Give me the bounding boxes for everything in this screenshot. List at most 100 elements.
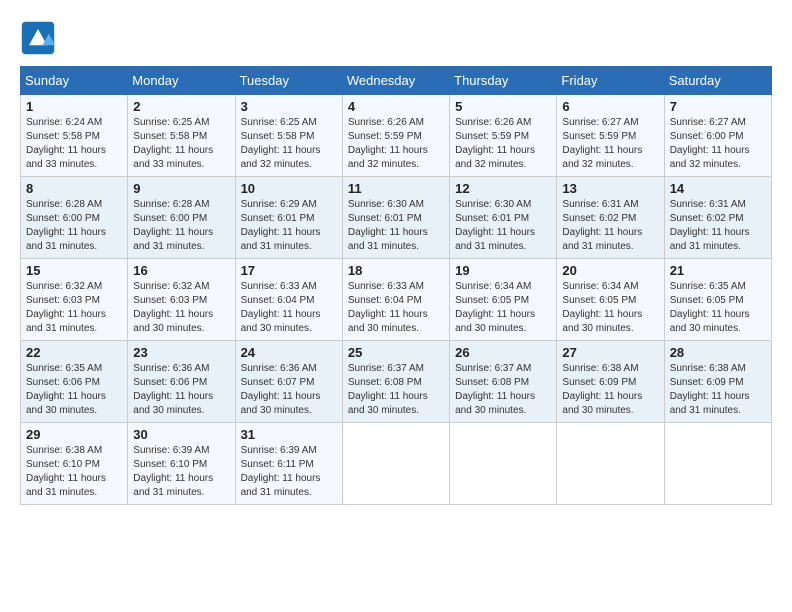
- day-number: 13: [562, 181, 658, 196]
- day-info: Sunrise: 6:33 AMSunset: 6:04 PMDaylight:…: [348, 280, 444, 336]
- day-cell: 20 Sunrise: 6:34 AMSunset: 6:05 PMDaylig…: [557, 259, 664, 341]
- day-cell: 30 Sunrise: 6:39 AMSunset: 6:10 PMDaylig…: [128, 423, 235, 505]
- day-cell: 14 Sunrise: 6:31 AMSunset: 6:02 PMDaylig…: [664, 177, 771, 259]
- day-info: Sunrise: 6:30 AMSunset: 6:01 PMDaylight:…: [348, 198, 444, 254]
- day-number: 28: [670, 345, 766, 360]
- day-cell: 6 Sunrise: 6:27 AMSunset: 5:59 PMDayligh…: [557, 95, 664, 177]
- day-cell: 8 Sunrise: 6:28 AMSunset: 6:00 PMDayligh…: [21, 177, 128, 259]
- day-number: 30: [133, 427, 229, 442]
- day-number: 19: [455, 263, 551, 278]
- day-cell: [557, 423, 664, 505]
- day-cell: [342, 423, 449, 505]
- day-info: Sunrise: 6:25 AMSunset: 5:58 PMDaylight:…: [133, 116, 229, 172]
- day-number: 25: [348, 345, 444, 360]
- day-cell: 4 Sunrise: 6:26 AMSunset: 5:59 PMDayligh…: [342, 95, 449, 177]
- day-cell: 12 Sunrise: 6:30 AMSunset: 6:01 PMDaylig…: [450, 177, 557, 259]
- day-cell: 19 Sunrise: 6:34 AMSunset: 6:05 PMDaylig…: [450, 259, 557, 341]
- day-number: 12: [455, 181, 551, 196]
- day-info: Sunrise: 6:36 AMSunset: 6:06 PMDaylight:…: [133, 362, 229, 418]
- day-cell: 5 Sunrise: 6:26 AMSunset: 5:59 PMDayligh…: [450, 95, 557, 177]
- logo: [20, 20, 60, 56]
- day-info: Sunrise: 6:32 AMSunset: 6:03 PMDaylight:…: [26, 280, 122, 336]
- day-cell: 18 Sunrise: 6:33 AMSunset: 6:04 PMDaylig…: [342, 259, 449, 341]
- day-info: Sunrise: 6:27 AMSunset: 5:59 PMDaylight:…: [562, 116, 658, 172]
- day-cell: 23 Sunrise: 6:36 AMSunset: 6:06 PMDaylig…: [128, 341, 235, 423]
- day-header-thursday: Thursday: [450, 67, 557, 95]
- day-number: 7: [670, 99, 766, 114]
- day-info: Sunrise: 6:39 AMSunset: 6:10 PMDaylight:…: [133, 444, 229, 500]
- day-info: Sunrise: 6:39 AMSunset: 6:11 PMDaylight:…: [241, 444, 337, 500]
- day-cell: 24 Sunrise: 6:36 AMSunset: 6:07 PMDaylig…: [235, 341, 342, 423]
- day-header-tuesday: Tuesday: [235, 67, 342, 95]
- day-info: Sunrise: 6:34 AMSunset: 6:05 PMDaylight:…: [455, 280, 551, 336]
- day-info: Sunrise: 6:27 AMSunset: 6:00 PMDaylight:…: [670, 116, 766, 172]
- day-header-monday: Monday: [128, 67, 235, 95]
- day-number: 1: [26, 99, 122, 114]
- day-number: 23: [133, 345, 229, 360]
- day-number: 26: [455, 345, 551, 360]
- day-cell: 9 Sunrise: 6:28 AMSunset: 6:00 PMDayligh…: [128, 177, 235, 259]
- day-cell: 7 Sunrise: 6:27 AMSunset: 6:00 PMDayligh…: [664, 95, 771, 177]
- day-info: Sunrise: 6:35 AMSunset: 6:06 PMDaylight:…: [26, 362, 122, 418]
- day-number: 11: [348, 181, 444, 196]
- day-cell: 27 Sunrise: 6:38 AMSunset: 6:09 PMDaylig…: [557, 341, 664, 423]
- week-row-3: 15 Sunrise: 6:32 AMSunset: 6:03 PMDaylig…: [21, 259, 772, 341]
- day-cell: 10 Sunrise: 6:29 AMSunset: 6:01 PMDaylig…: [235, 177, 342, 259]
- day-info: Sunrise: 6:31 AMSunset: 6:02 PMDaylight:…: [562, 198, 658, 254]
- day-number: 29: [26, 427, 122, 442]
- day-number: 24: [241, 345, 337, 360]
- day-info: Sunrise: 6:34 AMSunset: 6:05 PMDaylight:…: [562, 280, 658, 336]
- day-cell: 11 Sunrise: 6:30 AMSunset: 6:01 PMDaylig…: [342, 177, 449, 259]
- day-cell: 29 Sunrise: 6:38 AMSunset: 6:10 PMDaylig…: [21, 423, 128, 505]
- day-cell: 22 Sunrise: 6:35 AMSunset: 6:06 PMDaylig…: [21, 341, 128, 423]
- week-row-5: 29 Sunrise: 6:38 AMSunset: 6:10 PMDaylig…: [21, 423, 772, 505]
- day-info: Sunrise: 6:32 AMSunset: 6:03 PMDaylight:…: [133, 280, 229, 336]
- day-cell: 15 Sunrise: 6:32 AMSunset: 6:03 PMDaylig…: [21, 259, 128, 341]
- day-info: Sunrise: 6:37 AMSunset: 6:08 PMDaylight:…: [455, 362, 551, 418]
- day-number: 9: [133, 181, 229, 196]
- calendar-header: SundayMondayTuesdayWednesdayThursdayFrid…: [21, 67, 772, 95]
- day-info: Sunrise: 6:25 AMSunset: 5:58 PMDaylight:…: [241, 116, 337, 172]
- day-cell: 28 Sunrise: 6:38 AMSunset: 6:09 PMDaylig…: [664, 341, 771, 423]
- calendar: SundayMondayTuesdayWednesdayThursdayFrid…: [20, 66, 772, 505]
- day-cell: 3 Sunrise: 6:25 AMSunset: 5:58 PMDayligh…: [235, 95, 342, 177]
- day-number: 5: [455, 99, 551, 114]
- day-header-sunday: Sunday: [21, 67, 128, 95]
- day-number: 10: [241, 181, 337, 196]
- week-row-2: 8 Sunrise: 6:28 AMSunset: 6:00 PMDayligh…: [21, 177, 772, 259]
- day-cell: 21 Sunrise: 6:35 AMSunset: 6:05 PMDaylig…: [664, 259, 771, 341]
- day-cell: 17 Sunrise: 6:33 AMSunset: 6:04 PMDaylig…: [235, 259, 342, 341]
- day-number: 15: [26, 263, 122, 278]
- day-info: Sunrise: 6:38 AMSunset: 6:09 PMDaylight:…: [562, 362, 658, 418]
- day-info: Sunrise: 6:28 AMSunset: 6:00 PMDaylight:…: [133, 198, 229, 254]
- header: [20, 20, 772, 56]
- day-cell: [664, 423, 771, 505]
- day-info: Sunrise: 6:38 AMSunset: 6:10 PMDaylight:…: [26, 444, 122, 500]
- logo-icon: [20, 20, 56, 56]
- day-cell: 13 Sunrise: 6:31 AMSunset: 6:02 PMDaylig…: [557, 177, 664, 259]
- day-number: 14: [670, 181, 766, 196]
- day-info: Sunrise: 6:29 AMSunset: 6:01 PMDaylight:…: [241, 198, 337, 254]
- day-info: Sunrise: 6:31 AMSunset: 6:02 PMDaylight:…: [670, 198, 766, 254]
- calendar-body: 1 Sunrise: 6:24 AMSunset: 5:58 PMDayligh…: [21, 95, 772, 505]
- day-number: 27: [562, 345, 658, 360]
- day-info: Sunrise: 6:35 AMSunset: 6:05 PMDaylight:…: [670, 280, 766, 336]
- day-number: 21: [670, 263, 766, 278]
- week-row-4: 22 Sunrise: 6:35 AMSunset: 6:06 PMDaylig…: [21, 341, 772, 423]
- day-cell: 25 Sunrise: 6:37 AMSunset: 6:08 PMDaylig…: [342, 341, 449, 423]
- day-info: Sunrise: 6:24 AMSunset: 5:58 PMDaylight:…: [26, 116, 122, 172]
- day-number: 31: [241, 427, 337, 442]
- day-cell: 31 Sunrise: 6:39 AMSunset: 6:11 PMDaylig…: [235, 423, 342, 505]
- day-info: Sunrise: 6:30 AMSunset: 6:01 PMDaylight:…: [455, 198, 551, 254]
- day-number: 17: [241, 263, 337, 278]
- day-number: 8: [26, 181, 122, 196]
- day-cell: 1 Sunrise: 6:24 AMSunset: 5:58 PMDayligh…: [21, 95, 128, 177]
- day-info: Sunrise: 6:38 AMSunset: 6:09 PMDaylight:…: [670, 362, 766, 418]
- week-row-1: 1 Sunrise: 6:24 AMSunset: 5:58 PMDayligh…: [21, 95, 772, 177]
- day-info: Sunrise: 6:28 AMSunset: 6:00 PMDaylight:…: [26, 198, 122, 254]
- day-cell: 16 Sunrise: 6:32 AMSunset: 6:03 PMDaylig…: [128, 259, 235, 341]
- day-cell: 26 Sunrise: 6:37 AMSunset: 6:08 PMDaylig…: [450, 341, 557, 423]
- day-number: 2: [133, 99, 229, 114]
- day-number: 4: [348, 99, 444, 114]
- day-header-friday: Friday: [557, 67, 664, 95]
